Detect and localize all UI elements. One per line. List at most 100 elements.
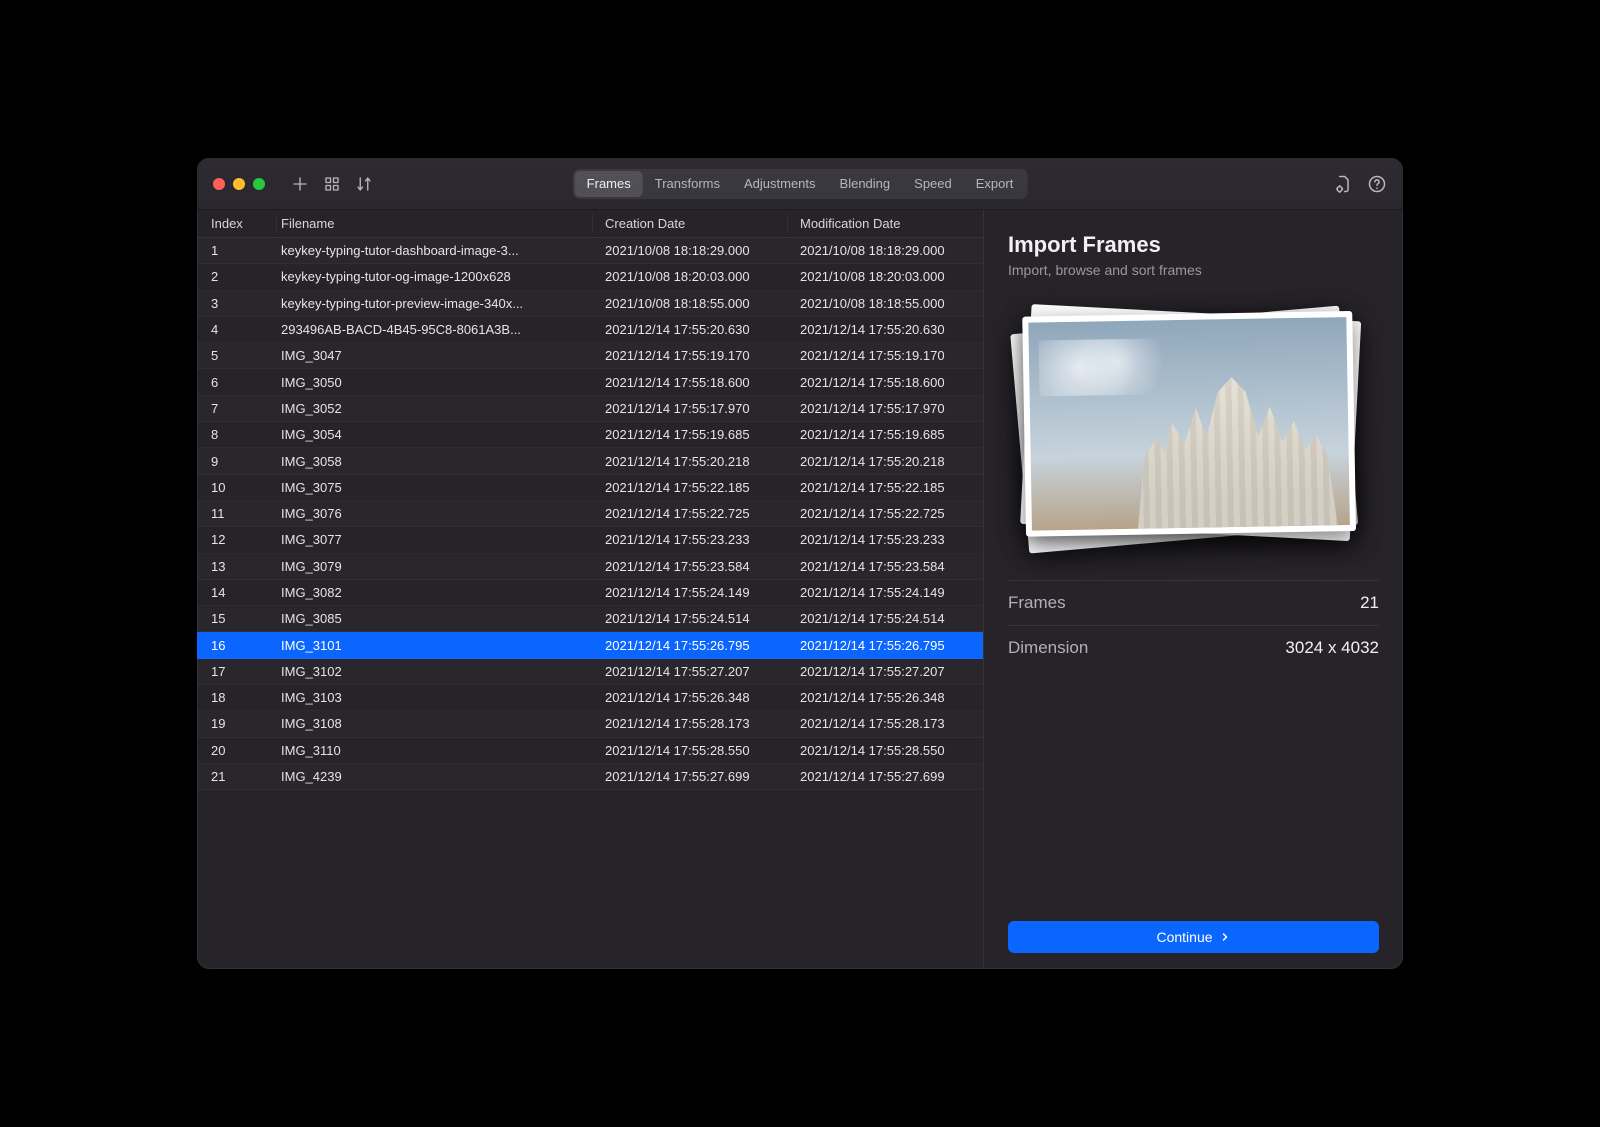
table-row[interactable]: 8IMG_30542021/12/14 17:55:19.6852021/12/… <box>197 422 983 448</box>
cell-creation: 2021/12/14 17:55:23.233 <box>593 532 788 547</box>
cell-creation: 2021/12/14 17:55:19.685 <box>593 427 788 442</box>
column-header-modification[interactable]: Modification Date <box>788 214 983 233</box>
tab-blending[interactable]: Blending <box>828 171 903 197</box>
table-row[interactable]: 21IMG_42392021/12/14 17:55:27.6992021/12… <box>197 764 983 790</box>
continue-label: Continue <box>1156 929 1212 945</box>
cell-filename: IMG_3075 <box>277 480 593 495</box>
window-maximize-button[interactable] <box>253 178 265 190</box>
tab-frames[interactable]: Frames <box>575 171 643 197</box>
window-controls <box>213 178 265 190</box>
table-row[interactable]: 11IMG_30762021/12/14 17:55:22.7252021/12… <box>197 501 983 527</box>
continue-button[interactable]: Continue <box>1008 921 1379 953</box>
info-row-dimension: Dimension 3024 x 4032 <box>1008 625 1379 670</box>
info-value: 3024 x 4032 <box>1285 638 1379 658</box>
info-label: Dimension <box>1008 638 1088 658</box>
column-header-filename[interactable]: Filename <box>277 214 593 233</box>
table-row[interactable]: 9IMG_30582021/12/14 17:55:20.2182021/12/… <box>197 448 983 474</box>
table-row[interactable]: 2keykey-typing-tutor-og-image-1200x62820… <box>197 264 983 290</box>
window-minimize-button[interactable] <box>233 178 245 190</box>
cell-filename: IMG_3054 <box>277 427 593 442</box>
cell-modification: 2021/12/14 17:55:17.970 <box>788 401 983 416</box>
cell-filename: 293496AB-BACD-4B45-95C8-8061A3B... <box>277 322 593 337</box>
table-row[interactable]: 15IMG_30852021/12/14 17:55:24.5142021/12… <box>197 606 983 632</box>
cell-index: 15 <box>197 611 277 626</box>
cell-modification: 2021/12/14 17:55:27.699 <box>788 769 983 784</box>
cell-filename: IMG_3077 <box>277 532 593 547</box>
tab-speed[interactable]: Speed <box>902 171 964 197</box>
cell-creation: 2021/12/14 17:55:24.149 <box>593 585 788 600</box>
cell-index: 14 <box>197 585 277 600</box>
cell-filename: IMG_3102 <box>277 664 593 679</box>
info-row-frames: Frames 21 <box>1008 580 1379 625</box>
sort-icon[interactable] <box>355 175 373 193</box>
cell-modification: 2021/12/14 17:55:27.207 <box>788 664 983 679</box>
table-row[interactable]: 19IMG_31082021/12/14 17:55:28.1732021/12… <box>197 711 983 737</box>
table-row[interactable]: 7IMG_30522021/12/14 17:55:17.9702021/12/… <box>197 396 983 422</box>
cell-creation: 2021/12/14 17:55:23.584 <box>593 559 788 574</box>
cell-filename: IMG_3108 <box>277 716 593 731</box>
table-row[interactable]: 6IMG_30502021/12/14 17:55:18.6002021/12/… <box>197 369 983 395</box>
help-icon[interactable] <box>1367 174 1387 194</box>
cell-index: 16 <box>197 638 277 653</box>
tab-export[interactable]: Export <box>964 171 1026 197</box>
document-settings-icon[interactable] <box>1333 174 1353 194</box>
cell-index: 9 <box>197 454 277 469</box>
table-row[interactable]: 18IMG_31032021/12/14 17:55:26.3482021/12… <box>197 685 983 711</box>
table-header: Index Filename Creation Date Modificatio… <box>197 210 983 238</box>
grid-icon[interactable] <box>323 175 341 193</box>
table-row[interactable]: 10IMG_30752021/12/14 17:55:22.1852021/12… <box>197 475 983 501</box>
inspector-title: Import Frames <box>1008 232 1379 258</box>
cell-modification: 2021/12/14 17:55:28.550 <box>788 743 983 758</box>
cell-index: 5 <box>197 348 277 363</box>
cell-index: 4 <box>197 322 277 337</box>
table-row[interactable]: 1keykey-typing-tutor-dashboard-image-3..… <box>197 238 983 264</box>
tab-adjustments[interactable]: Adjustments <box>732 171 828 197</box>
column-header-index[interactable]: Index <box>197 214 277 233</box>
cell-creation: 2021/12/14 17:55:28.173 <box>593 716 788 731</box>
add-icon[interactable] <box>291 175 309 193</box>
cell-filename: IMG_4239 <box>277 769 593 784</box>
cell-filename: IMG_3052 <box>277 401 593 416</box>
table-row[interactable]: 14IMG_30822021/12/14 17:55:24.1492021/12… <box>197 580 983 606</box>
table-row[interactable]: 20IMG_31102021/12/14 17:55:28.5502021/12… <box>197 738 983 764</box>
cell-index: 17 <box>197 664 277 679</box>
table-row[interactable]: 5IMG_30472021/12/14 17:55:19.1702021/12/… <box>197 343 983 369</box>
cell-filename: IMG_3101 <box>277 638 593 653</box>
cell-modification: 2021/10/08 18:18:29.000 <box>788 243 983 258</box>
cell-creation: 2021/10/08 18:18:29.000 <box>593 243 788 258</box>
cell-filename: keykey-typing-tutor-preview-image-340x..… <box>277 296 593 311</box>
cell-index: 19 <box>197 716 277 731</box>
window-close-button[interactable] <box>213 178 225 190</box>
cell-creation: 2021/12/14 17:55:24.514 <box>593 611 788 626</box>
cell-filename: IMG_3047 <box>277 348 593 363</box>
table-row[interactable]: 17IMG_31022021/12/14 17:55:27.2072021/12… <box>197 659 983 685</box>
column-header-creation[interactable]: Creation Date <box>593 214 788 233</box>
cell-creation: 2021/12/14 17:55:28.550 <box>593 743 788 758</box>
table-row[interactable]: 3keykey-typing-tutor-preview-image-340x.… <box>197 291 983 317</box>
cell-index: 11 <box>197 506 277 521</box>
cell-creation: 2021/12/14 17:55:18.600 <box>593 375 788 390</box>
cell-index: 12 <box>197 532 277 547</box>
chevron-right-icon <box>1219 931 1231 943</box>
table-row[interactable]: 13IMG_30792021/12/14 17:55:23.5842021/12… <box>197 554 983 580</box>
cell-creation: 2021/12/14 17:55:26.795 <box>593 638 788 653</box>
table-row[interactable]: 12IMG_30772021/12/14 17:55:23.2332021/12… <box>197 527 983 553</box>
preview-stack <box>1014 306 1374 556</box>
tab-transforms[interactable]: Transforms <box>643 171 732 197</box>
cell-creation: 2021/12/14 17:55:22.725 <box>593 506 788 521</box>
cell-creation: 2021/12/14 17:55:27.699 <box>593 769 788 784</box>
cell-modification: 2021/12/14 17:55:22.185 <box>788 480 983 495</box>
app-window: FramesTransformsAdjustmentsBlendingSpeed… <box>197 158 1403 969</box>
cell-modification: 2021/12/14 17:55:26.795 <box>788 638 983 653</box>
cell-creation: 2021/12/14 17:55:17.970 <box>593 401 788 416</box>
cell-modification: 2021/12/14 17:55:24.514 <box>788 611 983 626</box>
cell-filename: IMG_3103 <box>277 690 593 705</box>
inspector-subtitle: Import, browse and sort frames <box>1008 262 1379 278</box>
cell-creation: 2021/12/14 17:55:27.207 <box>593 664 788 679</box>
cell-modification: 2021/12/14 17:55:28.173 <box>788 716 983 731</box>
table-row[interactable]: 4293496AB-BACD-4B45-95C8-8061A3B...2021/… <box>197 317 983 343</box>
cell-creation: 2021/12/14 17:55:26.348 <box>593 690 788 705</box>
cell-index: 7 <box>197 401 277 416</box>
cell-filename: keykey-typing-tutor-dashboard-image-3... <box>277 243 593 258</box>
table-row[interactable]: 16IMG_31012021/12/14 17:55:26.7952021/12… <box>197 632 983 658</box>
